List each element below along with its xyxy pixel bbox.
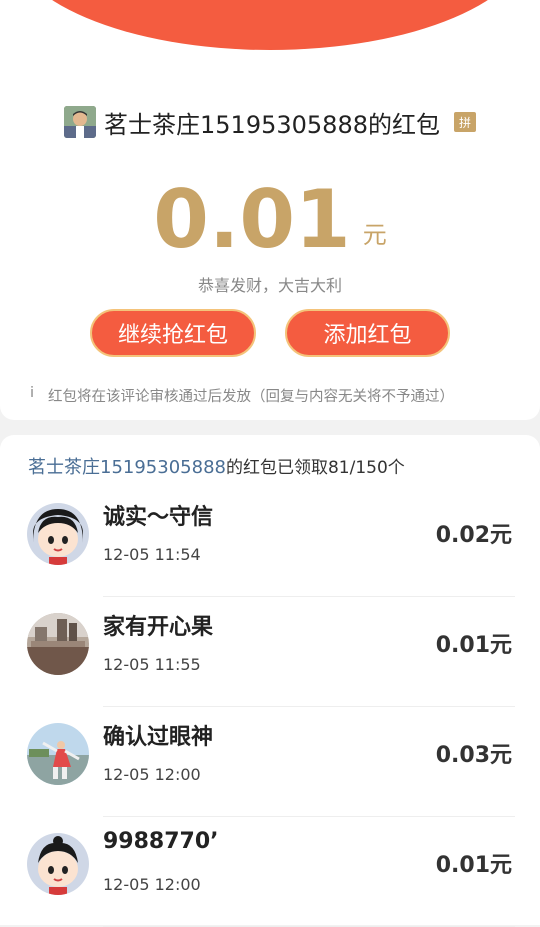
claim-amount: 0.02元 xyxy=(435,523,512,548)
red-packet-detail-card: 茗士茶庄15195305888的红包 拼 0.01 元 恭喜发财，大吉大利 继续… xyxy=(0,0,540,420)
add-red-packet-button[interactable]: 添加红包 xyxy=(285,309,450,357)
claim-records-card: 茗士茶庄15195305888的红包已领取81/150个 诚实～守信 12-05… xyxy=(0,435,540,927)
sender-link[interactable]: 茗士茶庄15195305888 xyxy=(28,457,226,478)
sender-avatar[interactable] xyxy=(64,106,97,138)
user-avatar[interactable] xyxy=(27,723,89,785)
review-notice: i 红包将在该评论审核通过后发放（回复与内容无关将不予通过） xyxy=(30,385,530,406)
claim-time: 12-05 12:00 xyxy=(103,765,201,784)
claim-amount: 0.03元 xyxy=(435,743,512,768)
user-avatar[interactable] xyxy=(27,613,89,675)
pin-badge: 拼 xyxy=(453,112,476,132)
claim-time: 12-05 11:55 xyxy=(103,655,201,674)
claim-time: 12-05 11:54 xyxy=(103,545,201,564)
claim-amount: 0.01元 xyxy=(435,633,512,658)
list-item[interactable]: 家有开心果 12-05 11:55 0.01元 xyxy=(0,597,540,707)
list-item[interactable]: 确认过眼神 12-05 12:00 0.03元 xyxy=(0,707,540,817)
claim-amount: 0.01元 xyxy=(435,853,512,878)
user-name: 9988770’ xyxy=(103,829,219,854)
amount-unit: 元 xyxy=(362,221,387,249)
notice-text: 红包将在该评论审核通过后发放（回复与内容无关将不予通过） xyxy=(48,389,455,405)
amount-value: 0.01 xyxy=(153,173,351,266)
claim-time: 12-05 12:00 xyxy=(103,875,201,894)
user-name: 确认过眼神 xyxy=(103,725,214,750)
continue-grab-button[interactable]: 继续抢红包 xyxy=(90,309,256,357)
sender-row: 茗士茶庄15195305888的红包 拼 xyxy=(0,104,540,140)
user-avatar[interactable] xyxy=(27,833,89,895)
user-name: 家有开心果 xyxy=(103,615,214,640)
user-name: 诚实～守信 xyxy=(103,505,214,530)
user-avatar[interactable] xyxy=(27,503,89,565)
list-item[interactable]: 诚实～守信 12-05 11:54 0.02元 xyxy=(0,487,540,597)
amount-display: 0.01 元 xyxy=(0,172,540,262)
sender-name: 茗士茶庄15195305888的红包 xyxy=(104,110,440,139)
list-item[interactable]: 9988770’ 12-05 12:00 0.01元 xyxy=(0,817,540,927)
blessing-text: 恭喜发财，大吉大利 xyxy=(197,276,342,295)
claim-count-text: 的红包已领取81/150个 xyxy=(225,458,405,478)
red-envelope-arc xyxy=(10,0,530,50)
claim-summary: 茗士茶庄15195305888的红包已领取81/150个 xyxy=(28,453,405,479)
info-icon: i xyxy=(30,385,35,401)
